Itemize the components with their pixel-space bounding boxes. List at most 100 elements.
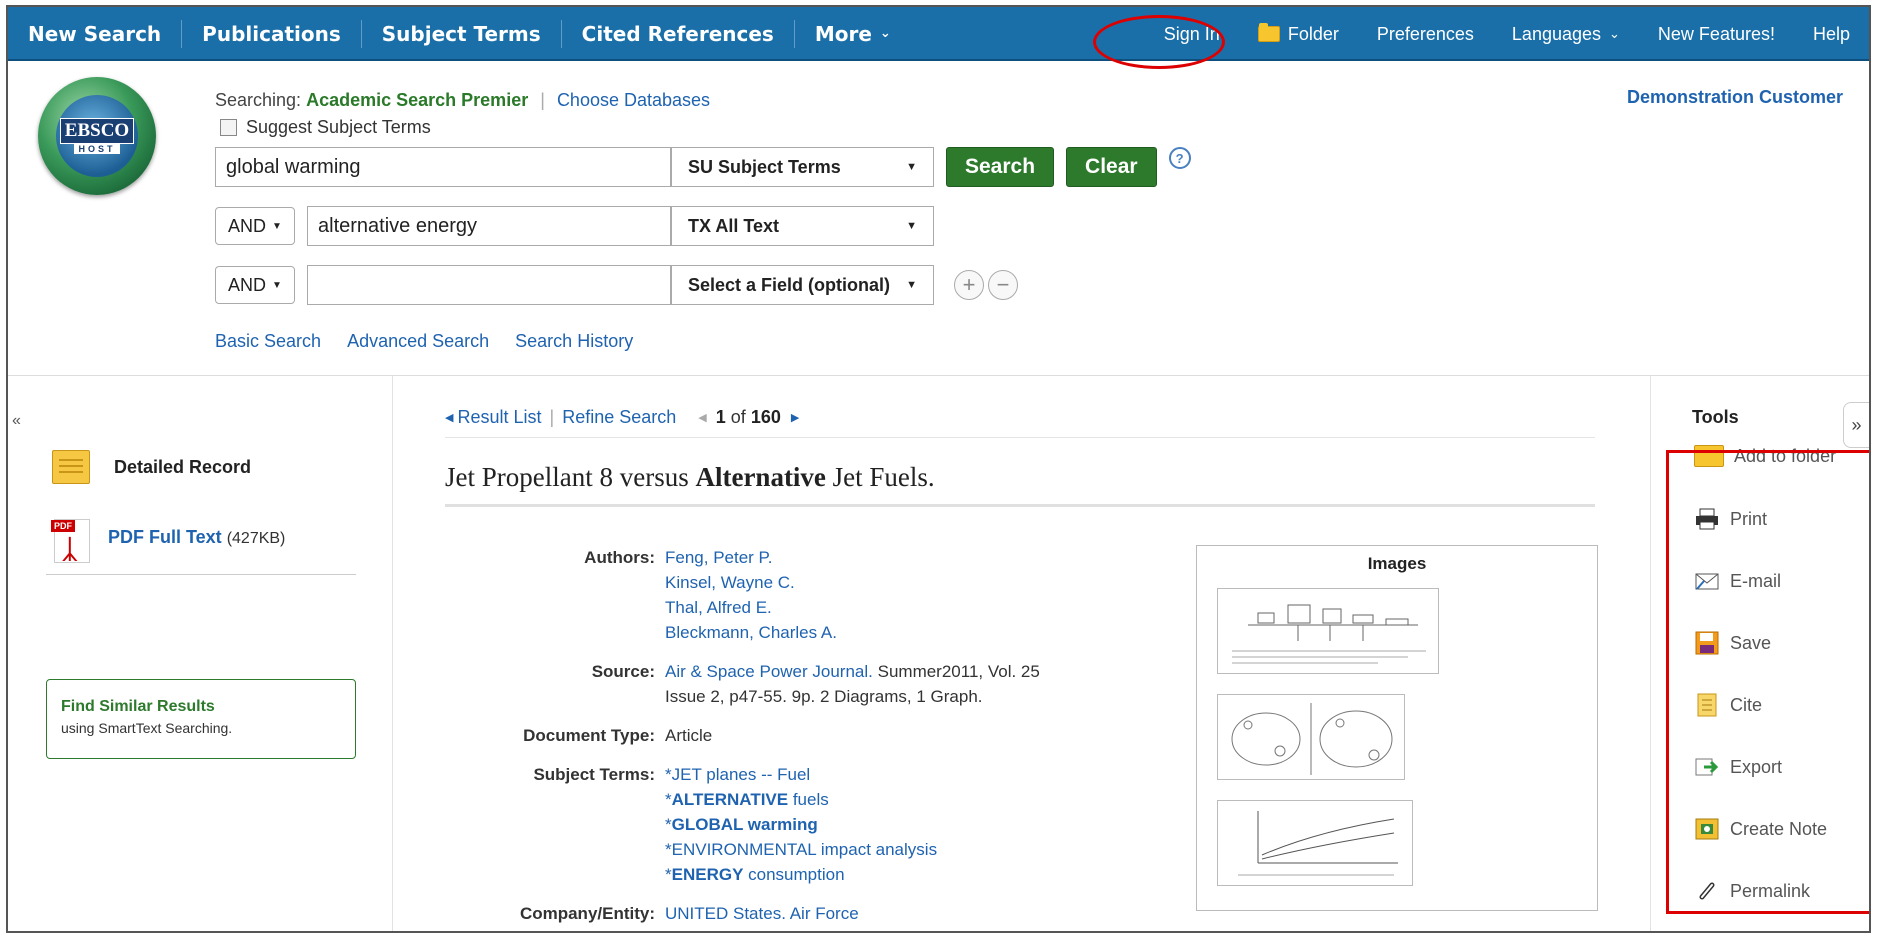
logo-subtext: HOST bbox=[74, 144, 120, 154]
author-link[interactable]: Feng, Peter P. bbox=[665, 545, 837, 570]
collapse-left-icon[interactable]: « bbox=[12, 412, 21, 430]
subject-link[interactable]: *ENERGY consumption bbox=[665, 862, 937, 887]
remove-row-icon[interactable]: − bbox=[988, 270, 1018, 300]
pdf-size: (427KB) bbox=[226, 530, 286, 547]
nav-folder[interactable]: Folder bbox=[1239, 23, 1358, 45]
chevron-down-icon: ⌄ bbox=[1609, 26, 1620, 41]
separator: | bbox=[540, 90, 545, 110]
author-link[interactable]: Bleckmann, Charles A. bbox=[665, 620, 837, 645]
authors-label: Authors: bbox=[584, 548, 655, 567]
graph-thumbnail bbox=[1238, 811, 1398, 876]
sign-in-highlight-ring bbox=[1093, 15, 1225, 69]
nav-preferences[interactable]: Preferences bbox=[1358, 24, 1493, 45]
nav-cited-references[interactable]: Cited References bbox=[562, 20, 795, 48]
refine-search-link[interactable]: Refine Search bbox=[562, 407, 676, 428]
pdf-tag: PDF bbox=[51, 520, 75, 532]
create-note-button[interactable]: Create Note bbox=[1694, 817, 1827, 841]
search-input-2[interactable]: alternative energy bbox=[307, 206, 671, 246]
basic-search-link[interactable]: Basic Search bbox=[215, 331, 321, 352]
cite-button[interactable]: Cite bbox=[1694, 693, 1762, 717]
browser-frame: New Search Publications Subject Terms Ci… bbox=[6, 5, 1871, 933]
subject-link[interactable]: *JET planes -- Fuel bbox=[665, 762, 937, 787]
nav-new-features[interactable]: New Features! bbox=[1639, 24, 1794, 45]
nav-subject-terms[interactable]: Subject Terms bbox=[362, 20, 562, 48]
suggest-checkbox[interactable] bbox=[220, 119, 237, 136]
previous-record-icon[interactable]: ◀ bbox=[698, 411, 706, 424]
field-select-value: Select a Field (optional) bbox=[688, 274, 891, 295]
title-part: Jet Propellant 8 versus bbox=[445, 462, 696, 492]
print-button[interactable]: Print bbox=[1694, 507, 1767, 531]
find-similar-title: Find Similar Results bbox=[61, 698, 215, 715]
boolean-select-2[interactable]: AND ▼ bbox=[215, 207, 295, 245]
company-link[interactable]: UNITED States. Air Force bbox=[665, 901, 859, 926]
source-row: Source: Air & Space Power Journal. Summe… bbox=[445, 659, 1040, 709]
record-metadata: Authors: Feng, Peter P. Kinsel, Wayne C.… bbox=[445, 545, 1040, 931]
subjects-row: Subject Terms: *JET planes -- Fuel *ALTE… bbox=[445, 762, 1040, 887]
search-history-link[interactable]: Search History bbox=[515, 331, 633, 352]
account-name[interactable]: Demonstration Customer bbox=[1627, 87, 1843, 108]
advanced-search-link[interactable]: Advanced Search bbox=[347, 331, 489, 352]
collapse-right-icon[interactable]: » bbox=[1843, 402, 1869, 448]
subject-highlight: ALTERNATIVE bbox=[671, 790, 789, 809]
database-name: Academic Search Premier bbox=[306, 90, 529, 110]
nav-languages[interactable]: Languages ⌄ bbox=[1493, 24, 1639, 45]
title-part: Jet Fuels. bbox=[825, 462, 935, 492]
choose-databases-link[interactable]: Choose Databases bbox=[557, 90, 710, 110]
image-thumbnail[interactable] bbox=[1217, 800, 1413, 886]
add-row-icon[interactable]: + bbox=[954, 270, 984, 300]
search-input-1[interactable]: global warming bbox=[215, 147, 671, 187]
find-similar-box[interactable]: Find Similar Results using SmartText Sea… bbox=[46, 679, 356, 759]
subject-link[interactable]: *GLOBAL warming bbox=[665, 812, 937, 837]
suggest-subject-terms[interactable]: Suggest Subject Terms bbox=[220, 117, 431, 138]
search-button[interactable]: Search bbox=[946, 147, 1055, 187]
nav-new-search[interactable]: New Search bbox=[8, 20, 183, 48]
nav-help[interactable]: Help bbox=[1794, 24, 1869, 45]
nav-right: Sign In Folder Preferences Languages ⌄ Ne… bbox=[1145, 7, 1869, 61]
find-similar-subtitle: using SmartText Searching. bbox=[61, 720, 233, 736]
search-row-3: AND ▼ Select a Field (optional) ▼ + − bbox=[215, 265, 1018, 305]
nav-more[interactable]: More ⌄ bbox=[795, 20, 911, 48]
subject-link[interactable]: *ENVIRONMENTAL impact analysis bbox=[665, 837, 937, 862]
export-label: Export bbox=[1730, 756, 1783, 777]
author-link[interactable]: Kinsel, Wayne C. bbox=[665, 570, 837, 595]
field-select-2[interactable]: TX All Text ▼ bbox=[671, 206, 934, 246]
field-select-1[interactable]: SU Subject Terms ▼ bbox=[671, 147, 934, 187]
permalink-button[interactable]: Permalink bbox=[1694, 879, 1810, 903]
pdf-full-text-link[interactable]: PDF Full Text bbox=[108, 527, 222, 547]
next-record-icon[interactable]: ▶ bbox=[791, 411, 799, 424]
export-button[interactable]: Export bbox=[1694, 755, 1782, 779]
ebsco-host-logo[interactable]: EBSCO HOST bbox=[38, 77, 156, 195]
source-journal-link[interactable]: Air & Space Power Journal. bbox=[665, 662, 873, 681]
image-thumbnail[interactable] bbox=[1217, 588, 1439, 674]
title-highlight: Alternative bbox=[695, 462, 826, 492]
search-input-3[interactable] bbox=[307, 265, 671, 305]
clear-button[interactable]: Clear bbox=[1066, 147, 1157, 187]
pdf-icon: PDF ᛣ bbox=[51, 519, 90, 563]
source-label: Source: bbox=[591, 662, 655, 681]
pdf-label-group: PDF Full Text (427KB) bbox=[108, 527, 285, 548]
logo-text: EBSCO bbox=[59, 118, 135, 144]
subjects-label: Subject Terms: bbox=[533, 765, 655, 784]
email-button[interactable]: E-mail bbox=[1694, 569, 1781, 593]
diagram-thumbnail-2 bbox=[1231, 703, 1393, 775]
dropdown-arrow-icon: ▼ bbox=[272, 279, 282, 291]
detailed-record-item[interactable]: Detailed Record bbox=[52, 450, 251, 484]
permalink-label: Permalink bbox=[1730, 880, 1811, 901]
field-select-3[interactable]: Select a Field (optional) ▼ bbox=[671, 265, 934, 305]
result-list-link[interactable]: Result List bbox=[457, 407, 541, 428]
nav-publications[interactable]: Publications bbox=[182, 20, 362, 48]
save-button[interactable]: Save bbox=[1694, 631, 1771, 655]
subject-link[interactable]: *ALTERNATIVE fuels bbox=[665, 787, 937, 812]
image-thumbnail[interactable] bbox=[1217, 694, 1405, 780]
dropdown-arrow-icon: ▼ bbox=[906, 279, 917, 291]
left-column-divider bbox=[392, 376, 393, 931]
source-detail: Issue 2, p47-55. 9p. 2 Diagrams, 1 Graph… bbox=[665, 687, 983, 706]
diagram-thumbnail-1 bbox=[1232, 604, 1426, 664]
source-value: Air & Space Power Journal. Summer2011, V… bbox=[665, 659, 1040, 709]
images-panel: Images bbox=[1196, 545, 1598, 911]
pdf-full-text-item[interactable]: PDF ᛣ PDF Full Text (427KB) bbox=[51, 519, 285, 563]
boolean-select-3[interactable]: AND ▼ bbox=[215, 266, 295, 304]
author-link[interactable]: Thal, Alfred E. bbox=[665, 595, 837, 620]
detailed-record-icon bbox=[52, 450, 90, 484]
help-icon[interactable]: ? bbox=[1168, 147, 1191, 169]
